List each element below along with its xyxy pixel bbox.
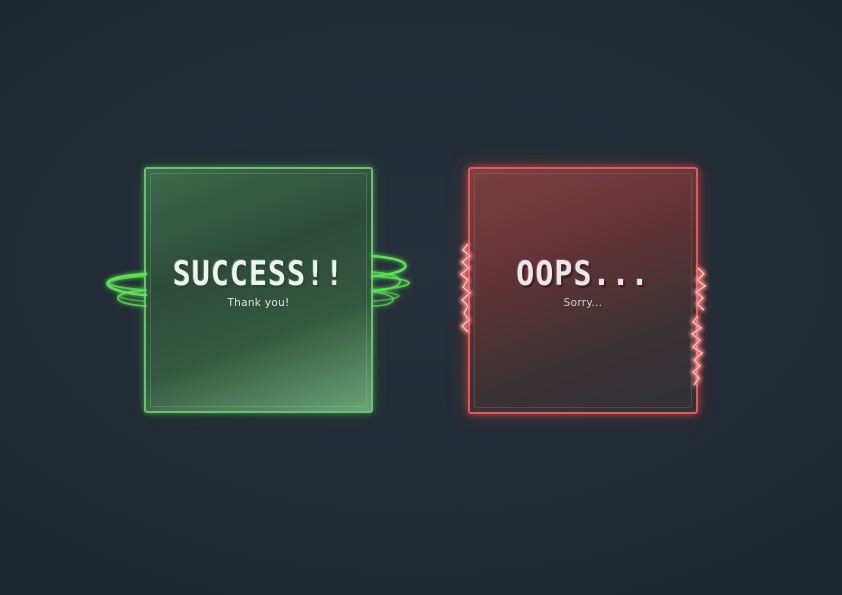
error-card: OOPS... Sorry... xyxy=(468,167,698,414)
swirl-rings-back-icon xyxy=(108,271,410,306)
error-title: OOPS... xyxy=(516,254,650,295)
error-subtitle: Sorry... xyxy=(563,297,603,309)
stage: SUCCESS!! Thank you! OOPS... Sorry... xyxy=(0,0,842,595)
swirl-rings-icon xyxy=(106,254,407,307)
success-title: SUCCESS!! xyxy=(172,254,345,295)
electric-spark-icon xyxy=(459,243,707,386)
success-card: SUCCESS!! Thank you! xyxy=(144,167,373,413)
success-subtitle: Thank you! xyxy=(227,297,290,309)
